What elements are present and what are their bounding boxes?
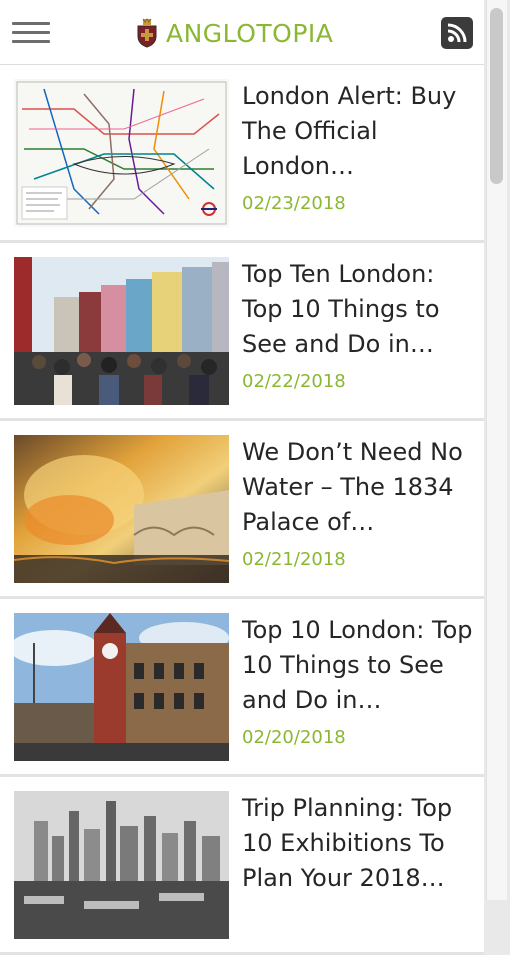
article-title[interactable]: Top Ten London: Top 10 Things to See and… bbox=[242, 257, 474, 362]
article-list: London Alert: Buy The Official London… 0… bbox=[0, 65, 484, 955]
hamburger-menu-icon[interactable] bbox=[12, 20, 50, 46]
article-thumbnail-palace-fire bbox=[14, 435, 229, 583]
article-date: 02/20/2018 bbox=[242, 727, 346, 748]
article-card[interactable]: We Don’t Need No Water – The 1834 Palace… bbox=[0, 421, 484, 599]
scrollbar-thumb[interactable] bbox=[490, 8, 503, 184]
top-app-bar: ANGLOTOPIA bbox=[0, 0, 484, 65]
article-date: 02/23/2018 bbox=[242, 193, 346, 214]
article-card[interactable]: Top Ten London: Top 10 Things to See and… bbox=[0, 243, 484, 421]
article-thumbnail-tube-map bbox=[14, 79, 229, 227]
brand[interactable]: ANGLOTOPIA bbox=[134, 17, 333, 49]
article-thumbnail-street-crowd bbox=[14, 257, 229, 405]
article-title[interactable]: We Don’t Need No Water – The 1834 Palace… bbox=[242, 435, 474, 540]
article-title[interactable]: Top 10 London: Top 10 Things to See and … bbox=[242, 613, 474, 718]
scrollbar[interactable] bbox=[486, 0, 507, 900]
article-thumbnail-clock-tower bbox=[14, 613, 229, 761]
article-card[interactable]: Top 10 London: Top 10 Things to See and … bbox=[0, 599, 484, 777]
article-title[interactable]: London Alert: Buy The Official London… bbox=[242, 79, 474, 184]
article-thumbnail-city-skyline bbox=[14, 791, 229, 939]
app-title: ANGLOTOPIA bbox=[166, 18, 334, 48]
app-screen: ANGLOTOPIA London Alert: Buy The Officia… bbox=[0, 0, 484, 955]
article-title[interactable]: Trip Planning: Top 10 Exhibitions To Pla… bbox=[242, 791, 474, 896]
rss-feed-icon[interactable] bbox=[441, 17, 473, 49]
article-date: 02/22/2018 bbox=[242, 371, 346, 392]
article-card[interactable]: Trip Planning: Top 10 Exhibitions To Pla… bbox=[0, 777, 484, 955]
article-date: 02/21/2018 bbox=[242, 549, 346, 570]
crest-logo-icon bbox=[137, 18, 157, 48]
article-card[interactable]: London Alert: Buy The Official London… 0… bbox=[0, 65, 484, 243]
